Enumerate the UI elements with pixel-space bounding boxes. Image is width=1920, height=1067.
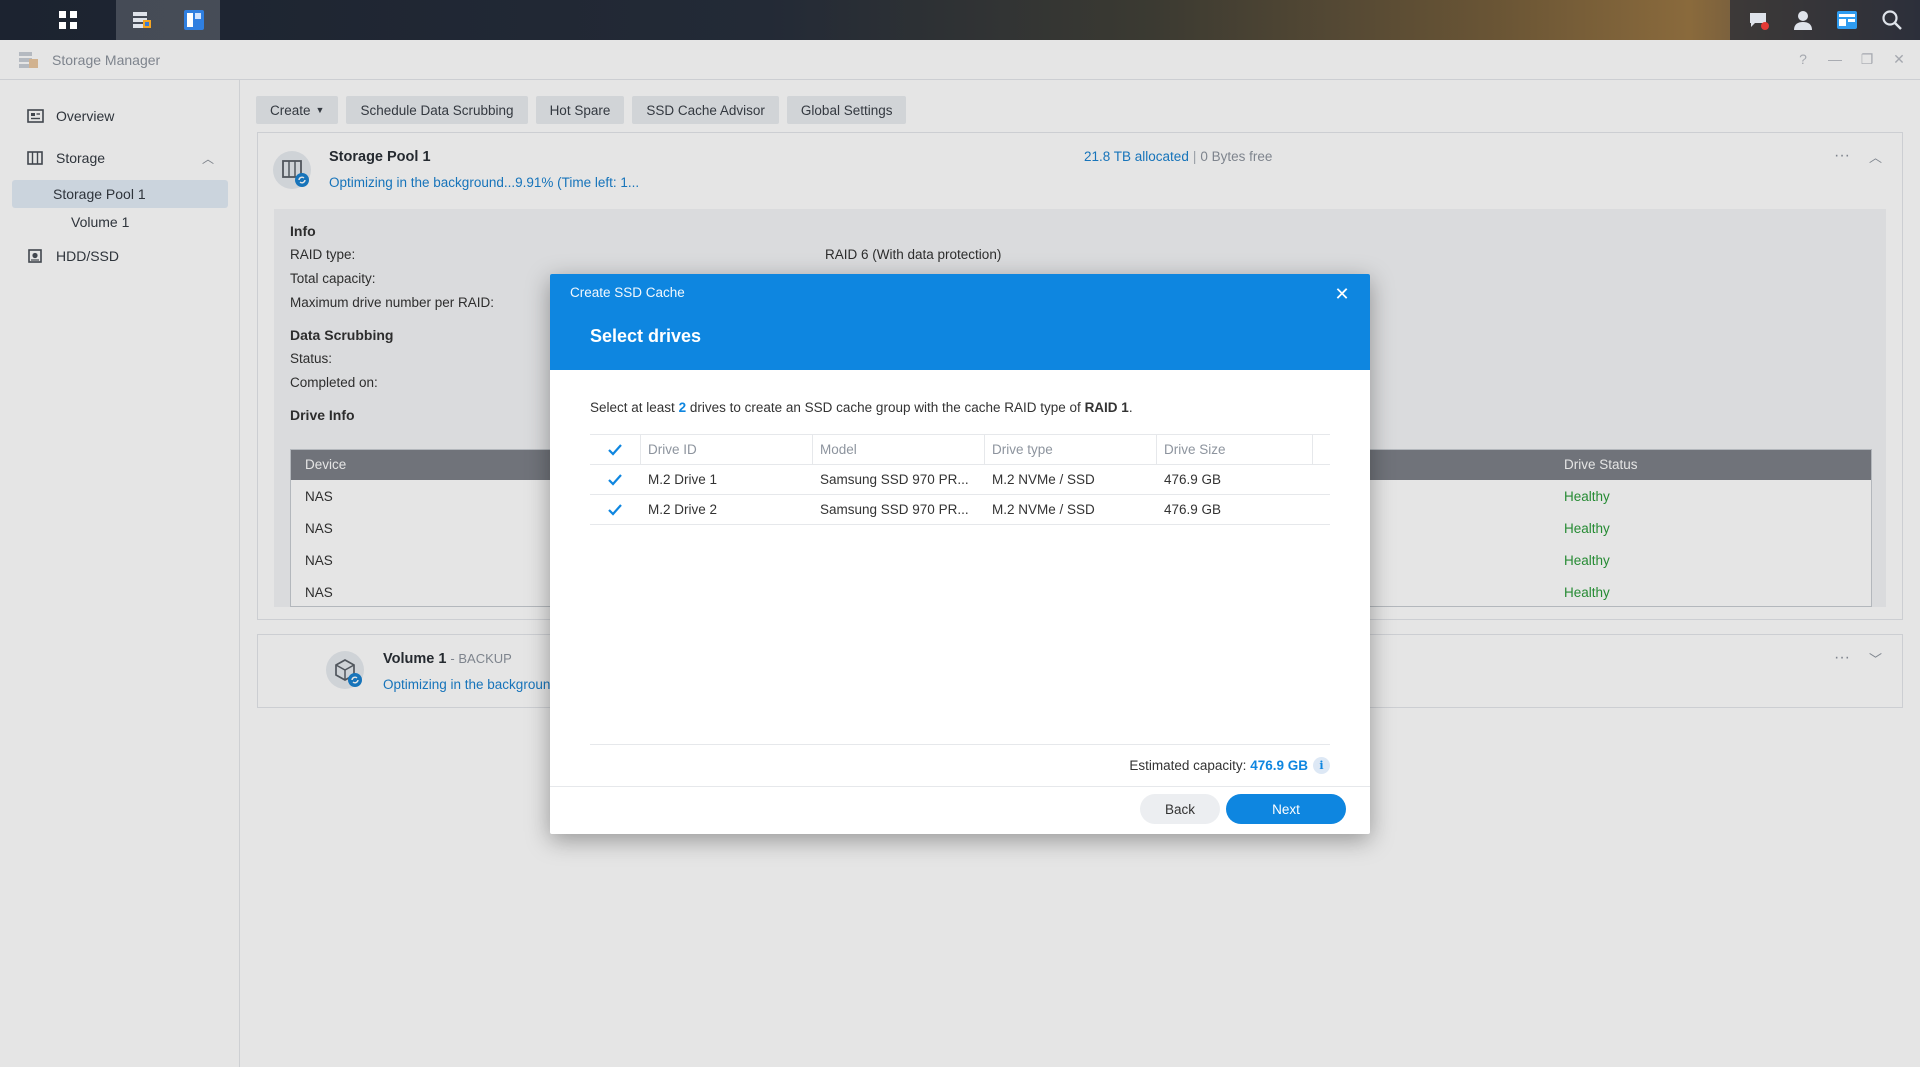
drive-type-cell: M.2 NVMe / SSD — [992, 502, 1095, 517]
grid-icon — [59, 11, 77, 29]
drive-checkbox[interactable] — [607, 502, 623, 518]
widgets-icon — [1837, 11, 1858, 29]
search-button[interactable] — [1872, 0, 1912, 40]
close-icon[interactable]: ✕ — [1332, 284, 1352, 304]
taskbar — [0, 0, 1920, 40]
user-button[interactable] — [1783, 0, 1823, 40]
taskbar-storage-manager-button[interactable] — [116, 0, 168, 40]
drive-checkbox[interactable] — [607, 472, 623, 488]
create-ssd-cache-dialog: Create SSD Cache Select drives ✕ Select … — [550, 274, 1370, 834]
column-divider — [984, 435, 985, 464]
drive-selection-table: Drive ID Model Drive type Drive Size M.2… — [590, 434, 1330, 525]
select-all-checkbox[interactable] — [607, 442, 623, 458]
column-divider — [1312, 435, 1313, 464]
model-cell: Samsung SSD 970 PR... — [820, 472, 969, 487]
user-icon — [1793, 11, 1812, 30]
checkmark-icon — [608, 504, 622, 516]
info-icon[interactable]: i — [1313, 757, 1330, 774]
estimated-capacity-value: 476.9 GB — [1250, 758, 1308, 773]
taskbar-app-button[interactable] — [168, 0, 220, 40]
widgets-button[interactable] — [1827, 0, 1867, 40]
table-row[interactable]: M.2 Drive 1 Samsung SSD 970 PR... M.2 NV… — [590, 465, 1330, 495]
desc-before: Select at least — [590, 400, 675, 415]
model-cell: Samsung SSD 970 PR... — [820, 502, 969, 517]
dialog-header: Create SSD Cache Select drives ✕ — [550, 274, 1370, 370]
checkmark-icon — [608, 444, 622, 456]
drive-id-cell: M.2 Drive 2 — [648, 502, 718, 517]
divider — [590, 744, 1330, 745]
back-button[interactable]: Back — [1140, 794, 1220, 824]
main-menu-button[interactable] — [42, 0, 94, 40]
estimated-capacity-label: Estimated capacity: — [1129, 758, 1247, 773]
dialog-description: Select at least 2 drives to create an SS… — [590, 400, 1133, 415]
search-icon — [1882, 10, 1902, 30]
chat-bubble-icon — [1750, 13, 1770, 30]
desc-end: . — [1128, 400, 1133, 415]
desc-middle: drives to create an SSD cache group with… — [689, 400, 1081, 415]
dialog-title: Select drives — [590, 326, 702, 346]
desc-raid: RAID 1 — [1084, 400, 1129, 415]
drive-size-cell: 476.9 GB — [1164, 502, 1222, 517]
column-divider — [1156, 435, 1157, 464]
model-column-header[interactable]: Model — [820, 442, 857, 457]
drive-size-cell: 476.9 GB — [1164, 472, 1222, 487]
footer-divider — [550, 786, 1370, 787]
notifications-button[interactable] — [1738, 0, 1778, 40]
table-row[interactable]: M.2 Drive 2 Samsung SSD 970 PR... M.2 NV… — [590, 495, 1330, 525]
estimated-capacity: Estimated capacity: 476.9 GB — [1129, 758, 1308, 773]
control-panel-icon — [184, 10, 204, 30]
column-divider — [640, 435, 641, 464]
drive-selection-header: Drive ID Model Drive type Drive Size — [590, 434, 1330, 465]
taskbar-tray — [1730, 0, 1920, 40]
drive-type-cell: M.2 NVMe / SSD — [992, 472, 1095, 487]
drive-id-cell: M.2 Drive 1 — [648, 472, 718, 487]
dialog-subtitle: Create SSD Cache — [570, 285, 685, 300]
desc-count: 2 — [678, 400, 687, 415]
storage-manager-icon — [133, 12, 151, 28]
drive-id-column-header[interactable]: Drive ID — [648, 442, 697, 457]
drive-size-column-header[interactable]: Drive Size — [1164, 442, 1226, 457]
column-divider — [812, 435, 813, 464]
checkmark-icon — [608, 474, 622, 486]
drive-type-column-header[interactable]: Drive type — [992, 442, 1053, 457]
next-button[interactable]: Next — [1226, 794, 1346, 824]
